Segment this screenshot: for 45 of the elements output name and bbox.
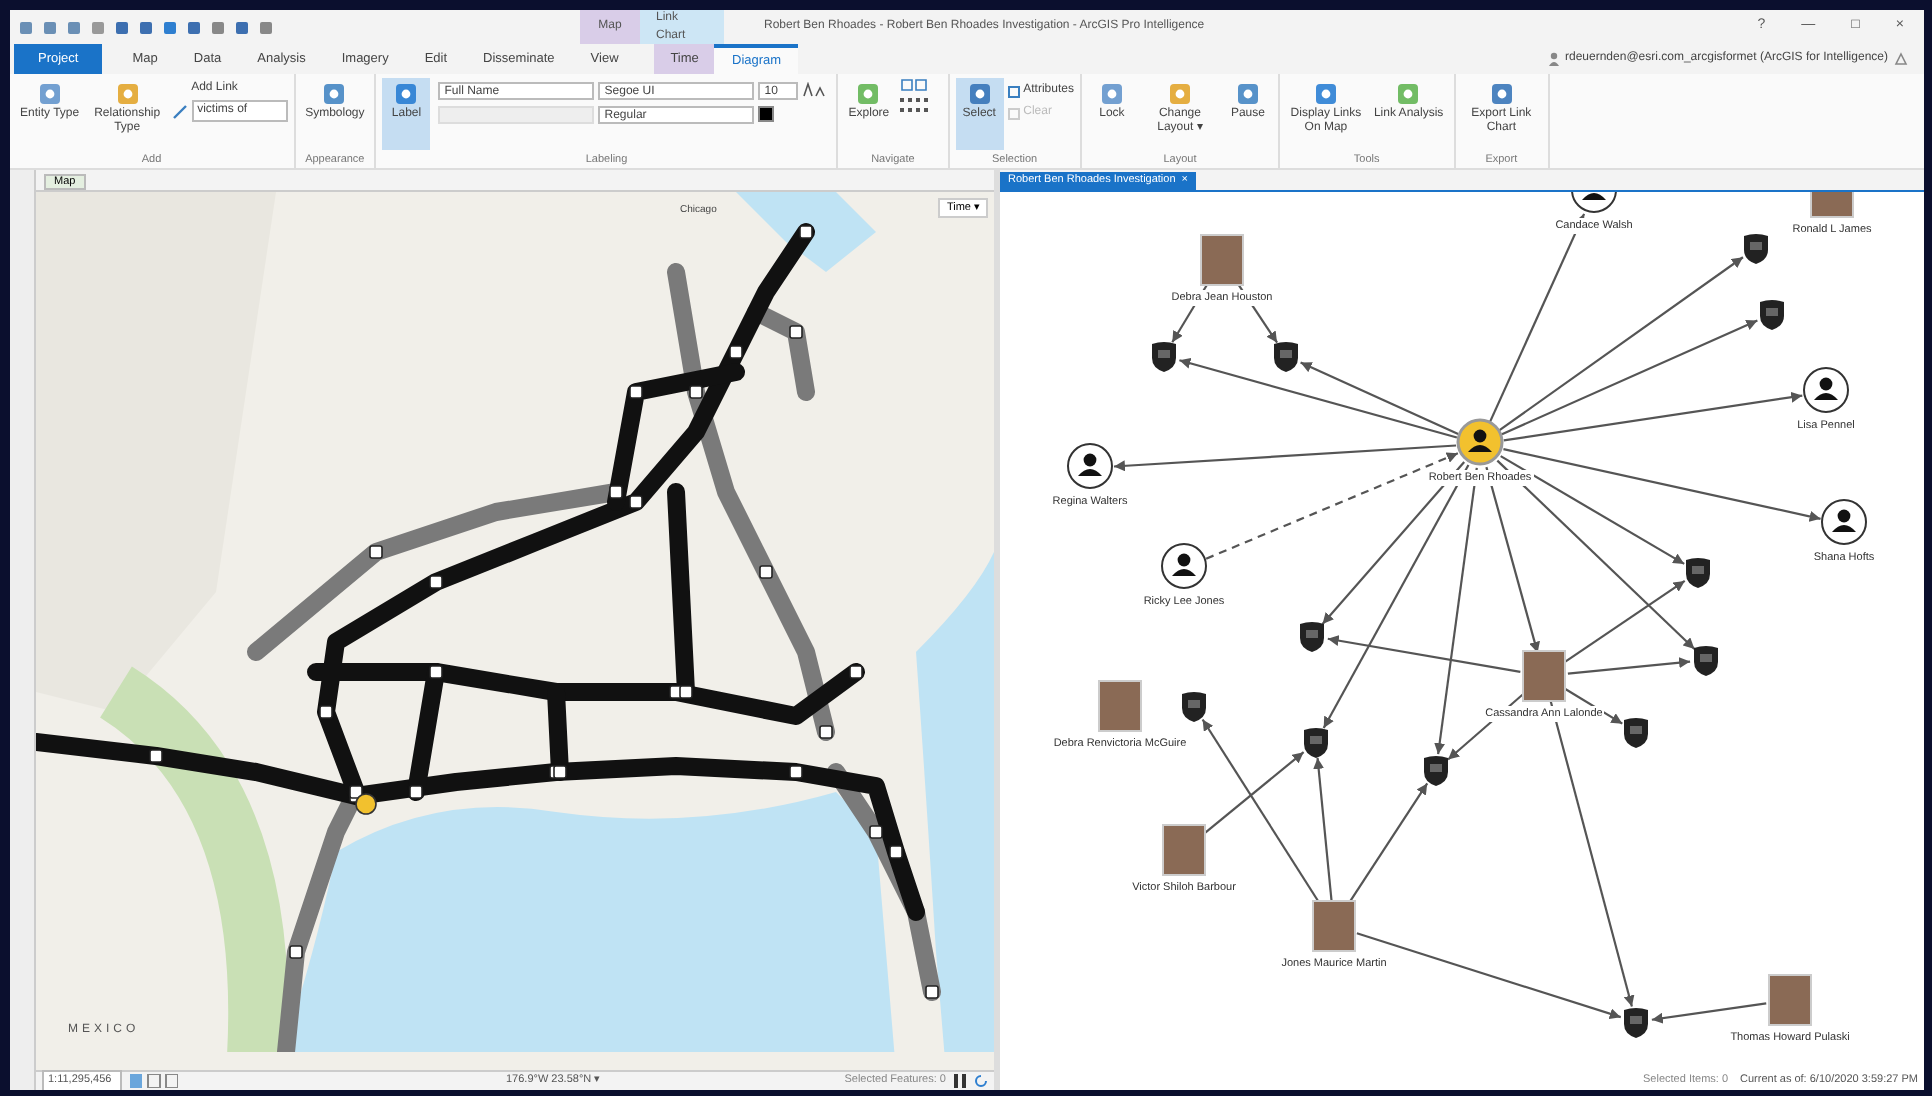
tool-icon (392, 80, 421, 108)
shield-icon[interactable] (1270, 340, 1302, 374)
photo-placeholder[interactable] (1200, 234, 1244, 286)
map-drawing[interactable] (36, 192, 994, 1052)
shield-icon[interactable] (1620, 716, 1652, 750)
tool-icon (1233, 80, 1262, 108)
person-icon[interactable] (1802, 366, 1850, 414)
shield-icon[interactable] (1178, 690, 1210, 724)
tool-icon (1487, 80, 1516, 108)
person-icon[interactable] (1066, 442, 1114, 490)
tool-icon (1311, 80, 1340, 108)
photo-placeholder[interactable] (1522, 650, 1566, 702)
photo-placeholder[interactable] (1312, 900, 1356, 952)
shield-icon[interactable] (1756, 298, 1788, 332)
shield-icon[interactable] (1420, 754, 1452, 788)
link-icon (171, 103, 188, 119)
tool-icon (854, 80, 883, 108)
tool-icon (320, 80, 349, 108)
tool-icon (35, 80, 64, 108)
photo-placeholder[interactable] (1162, 824, 1206, 876)
notification-icon[interactable] (1894, 52, 1908, 66)
pause-icon[interactable] (954, 1074, 966, 1088)
shield-icon[interactable] (1620, 1006, 1652, 1040)
shield-icon[interactable] (1300, 726, 1332, 760)
photo-placeholder[interactable] (1098, 680, 1142, 732)
shield-icon[interactable] (1690, 644, 1722, 678)
shield-icon[interactable] (1740, 232, 1772, 266)
person-icon[interactable] (1820, 498, 1868, 546)
tool-icon (1394, 80, 1423, 108)
tool-icon (1097, 80, 1126, 108)
tool-icon (1165, 80, 1194, 108)
shield-icon[interactable] (1682, 556, 1714, 590)
tool-icon (965, 80, 994, 108)
view-tools-icon[interactable] (130, 1074, 178, 1088)
person-icon[interactable] (1456, 418, 1504, 466)
user-icon (1547, 52, 1559, 66)
font-color-swatch[interactable] (758, 106, 775, 122)
photo-placeholder[interactable] (1768, 974, 1812, 1026)
font-size-icon[interactable] (802, 82, 827, 98)
person-icon[interactable] (1160, 542, 1208, 590)
tool-icon (113, 80, 142, 108)
shield-icon[interactable] (1296, 620, 1328, 654)
refresh-icon[interactable] (974, 1074, 988, 1088)
arrow (1651, 1002, 1767, 1024)
shield-icon[interactable] (1148, 340, 1180, 374)
